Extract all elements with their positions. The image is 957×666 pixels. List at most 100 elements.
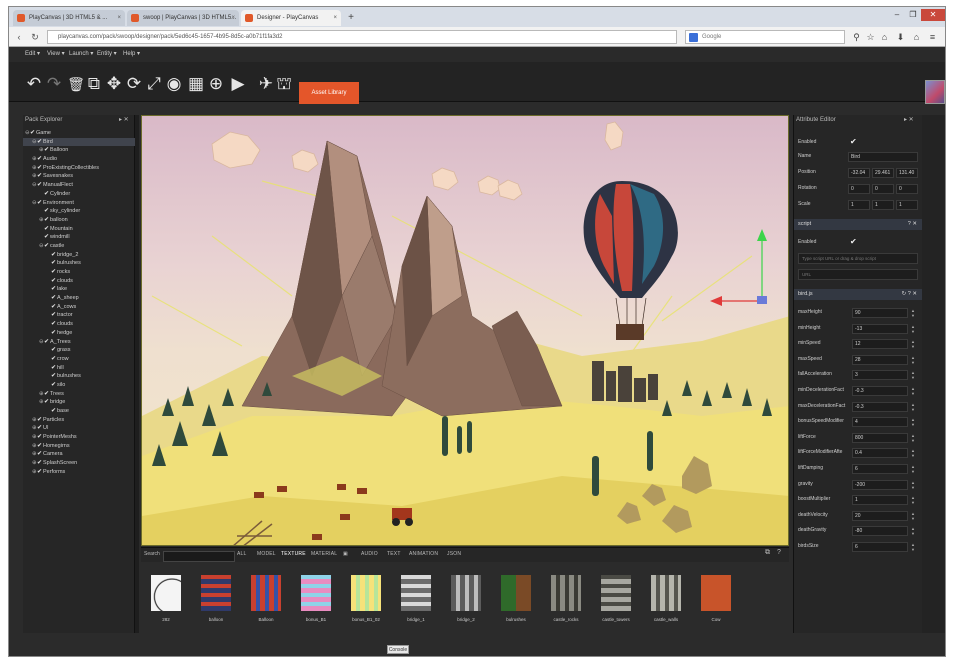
avatar[interactable] — [925, 80, 945, 104]
menu-launch[interactable]: Launch ▾ — [69, 50, 93, 57]
tree-item[interactable]: ✔Cylinder — [23, 190, 135, 199]
asset-item[interactable]: bulrushes — [499, 575, 533, 625]
maximize-button[interactable]: ❐ — [905, 9, 921, 21]
star-icon[interactable]: ☆ — [865, 31, 876, 43]
rotation-y-field[interactable]: 0 — [872, 184, 894, 194]
stepper-arrows-icon[interactable]: ▲ ▼ — [910, 526, 916, 536]
filter-text[interactable]: TEXT — [387, 551, 401, 557]
position-y-field[interactable]: 29.461 — [872, 168, 894, 178]
browser-tab-designer[interactable]: Designer - PlayCanvas × — [241, 10, 341, 26]
home-icon[interactable]: ⌂ — [879, 31, 890, 43]
stepper-arrows-icon[interactable]: ▲ ▼ — [910, 448, 916, 458]
tree-item[interactable]: ✔sky_cylinder — [23, 207, 135, 216]
browser-tab-swoop[interactable]: swoop | PlayCanvas | 3D HTML5... × — [127, 10, 239, 26]
tree-item[interactable]: ⊕✔Balloon — [23, 146, 135, 155]
param-value-field[interactable]: 28 — [852, 354, 908, 365]
param-value-field[interactable]: -0.3 — [852, 386, 908, 396]
tree-item[interactable]: ⊕✔Camera — [23, 450, 135, 459]
close-tab-icon[interactable]: × — [231, 10, 235, 26]
stepper-arrows-icon[interactable]: ▲ ▼ — [910, 433, 916, 443]
panel-controls-icon[interactable]: ▸ ✕ — [904, 116, 914, 123]
section-controls-icon[interactable]: ↻ ? ✕ — [902, 289, 917, 300]
param-value-field[interactable]: -13 — [852, 323, 908, 334]
zoom-icon[interactable]: ⊕ — [207, 74, 225, 94]
param-value-field[interactable]: -200 — [852, 479, 908, 490]
param-value-field[interactable]: -0.3 — [852, 401, 908, 412]
filter-all[interactable]: ALL — [237, 551, 247, 557]
tree-item[interactable]: ⊕✔Audio — [23, 155, 135, 164]
stepper-arrows-icon[interactable]: ▲ ▼ — [910, 480, 916, 490]
tree-item[interactable]: ✔hedge — [23, 329, 135, 338]
stepper-arrows-icon[interactable]: ▲ ▼ — [910, 464, 916, 474]
refresh-icon[interactable]: ↻ — [29, 31, 41, 43]
stepper-arrows-icon[interactable]: ▲ ▼ — [910, 308, 916, 318]
tree-item[interactable]: ✔hill — [23, 364, 135, 373]
download-icon[interactable]: ⬇ — [895, 31, 906, 43]
tree-item[interactable]: ⊕✔Savesnakes — [23, 172, 135, 181]
publish-plane-icon[interactable]: ✈ — [257, 74, 275, 94]
home-icon[interactable]: ⌂ — [911, 31, 922, 43]
asset-item[interactable]: Cow — [699, 575, 733, 625]
tree-item[interactable]: ⊕✔Performs — [23, 468, 135, 477]
stepper-arrows-icon[interactable]: ▲ ▼ — [910, 511, 916, 521]
asset-item[interactable]: bonus_B1_02 — [349, 575, 383, 625]
filter-material[interactable]: MATERIAL — [311, 551, 337, 557]
undo-icon[interactable]: ↶ — [25, 74, 43, 94]
close-tab-icon[interactable]: × — [333, 10, 337, 26]
back-icon[interactable]: ‹ — [13, 31, 25, 43]
tree-item[interactable]: ⊕✔ProExistingCollectibles — [23, 164, 135, 173]
duplicate-icon[interactable]: ⧉ — [85, 74, 103, 94]
bird-script-header[interactable]: bird.js ↻ ? ✕ — [794, 289, 923, 300]
panel-controls-icon[interactable]: ▸ ✕ — [119, 116, 129, 123]
filter-model[interactable]: MODEL — [257, 551, 276, 557]
asset-item[interactable]: castle_rocks — [549, 575, 583, 625]
stepper-arrows-icon[interactable]: ▲ ▼ — [910, 339, 916, 349]
asset-popout-icon[interactable]: ⧉ — [765, 549, 770, 557]
tree-item[interactable]: ✔clouds — [23, 320, 135, 329]
param-value-field[interactable]: 0.4 — [852, 448, 908, 459]
script-component-header[interactable]: script ? ✕ — [794, 219, 923, 230]
stepper-arrows-icon[interactable]: ▲ ▼ — [910, 370, 916, 380]
tree-item[interactable]: ✔Mountain — [23, 225, 135, 234]
rotation-z-field[interactable]: 0 — [896, 184, 918, 194]
tree-item[interactable]: ✔bridge_2 — [23, 251, 135, 260]
script-enabled-checkbox[interactable]: ✔ — [850, 237, 857, 246]
param-value-field[interactable]: 6 — [852, 464, 908, 474]
param-value-field[interactable]: 12 — [852, 339, 908, 350]
filter-cubemap-icon[interactable]: ▣ — [343, 551, 348, 557]
tree-item[interactable]: ✔grass — [23, 346, 135, 355]
asset-item[interactable]: castle_walls — [649, 575, 683, 625]
tree-item[interactable]: ✔silo — [23, 381, 135, 390]
scene-viewport[interactable] — [141, 115, 789, 546]
tree-item[interactable]: ⊕✔SplashScreen — [23, 459, 135, 468]
menu-edit[interactable]: Edit ▾ — [25, 50, 40, 57]
menu-icon[interactable]: ≡ — [927, 31, 938, 43]
tree-item[interactable]: ✔crow — [23, 355, 135, 364]
stepper-arrows-icon[interactable]: ▲ ▼ — [910, 542, 916, 552]
stepper-arrows-icon[interactable]: ▲ ▼ — [910, 495, 916, 505]
minimize-button[interactable]: – — [889, 9, 905, 21]
position-z-field[interactable]: 131.40 — [896, 168, 918, 178]
menu-help[interactable]: Help ▾ — [123, 50, 140, 57]
filter-json[interactable]: JSON — [447, 551, 461, 557]
stepper-arrows-icon[interactable]: ▲ ▼ — [910, 355, 916, 365]
asset-library-button[interactable]: Asset Library — [299, 82, 359, 104]
tree-item[interactable]: ⊖✔A_Trees — [23, 338, 135, 347]
address-input[interactable]: playcanvas.com/pack/swoop/designer/pack/… — [47, 30, 677, 44]
param-value-field[interactable]: 4 — [852, 417, 908, 428]
asset-item[interactable]: Balloon — [249, 575, 283, 625]
asset-item[interactable]: bridge_1 — [399, 575, 433, 625]
tree-item[interactable]: ✔rocks — [23, 268, 135, 277]
tree-item[interactable]: ✔windmill — [23, 233, 135, 242]
asset-item[interactable]: castle_towers — [599, 575, 633, 625]
tree-item[interactable]: ⊖✔Environment — [23, 199, 135, 208]
world-local-icon[interactable]: ◉ — [165, 74, 183, 94]
scale-icon[interactable]: ⤢ — [145, 74, 163, 94]
section-controls-icon[interactable]: ? ✕ — [908, 219, 917, 230]
asset-search-input[interactable] — [163, 551, 235, 562]
menu-entity[interactable]: Entity ▾ — [97, 50, 117, 57]
position-x-field[interactable]: -32.04 — [848, 168, 870, 178]
asset-help-icon[interactable]: ? — [777, 549, 781, 556]
enabled-checkbox[interactable]: ✔ — [850, 137, 857, 146]
script-url-input[interactable]: Type script URL or drag & drop script — [798, 253, 918, 264]
